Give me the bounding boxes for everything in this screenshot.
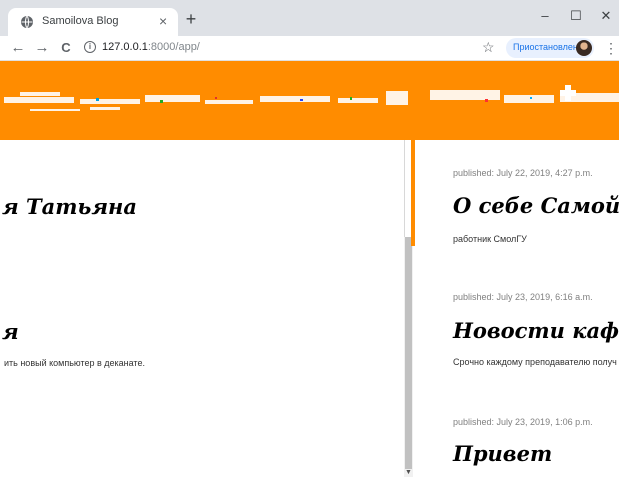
star-icon[interactable]: ☆ <box>482 39 495 56</box>
minimize-button[interactable]: – <box>530 4 560 28</box>
forward-button[interactable]: → <box>32 37 52 59</box>
left-post-title-2[interactable]: я <box>2 319 19 344</box>
url-text[interactable]: 127.0.0.1:8000/app/ <box>102 41 200 53</box>
tab-strip: Samoilova Blog × + – ☐ ✕ <box>0 0 619 36</box>
post-published-date: published: July 22, 2019, 4:27 p.m. <box>453 168 593 178</box>
post-title[interactable]: Привет <box>453 441 552 466</box>
scrollbar-thumb[interactable] <box>405 237 412 469</box>
tab-title: Samoilova Blog <box>42 15 119 27</box>
accent-strip <box>411 140 415 246</box>
profile-status-label: Приостановлена <box>513 42 583 52</box>
tab-close-button[interactable]: × <box>159 13 167 29</box>
profile-button[interactable]: Приостановлена <box>506 38 594 58</box>
post-published-date: published: July 23, 2019, 6:16 a.m. <box>453 292 593 302</box>
post-published-date: published: July 23, 2019, 1:06 p.m. <box>453 417 593 427</box>
garbled-header-graphic <box>4 85 619 111</box>
post-title[interactable]: О себе Самойлова <box>453 193 619 218</box>
scroll-down-icon[interactable]: ▼ <box>404 469 413 477</box>
post-text: Срочно каждому преподавателю получ <box>453 357 617 367</box>
page-viewport: я Татьяна я ить новый компьютер в декана… <box>0 61 619 477</box>
close-window-button[interactable]: ✕ <box>591 4 619 28</box>
globe-icon <box>21 15 33 29</box>
maximize-button[interactable]: ☐ <box>561 4 591 28</box>
scrollbar[interactable]: ▼ <box>404 237 413 477</box>
left-post-text-2: ить новый компьютер в деканате. <box>4 358 145 368</box>
tab-samoilova-blog[interactable]: Samoilova Blog × <box>8 8 178 36</box>
post-title[interactable]: Новости кафедр <box>453 318 619 343</box>
kebab-menu-icon[interactable]: ⋮ <box>604 37 618 59</box>
avatar <box>576 40 592 56</box>
left-post-title-1[interactable]: я Татьяна <box>2 194 137 219</box>
url-host: 127.0.0.1 <box>102 41 148 53</box>
post-text: работник СмолГУ <box>453 234 527 244</box>
reload-button[interactable]: C <box>56 37 76 59</box>
address-bar[interactable]: i 127.0.0.1:8000/app/ ☆ <box>80 36 498 60</box>
browser-toolbar: ← → C i 127.0.0.1:8000/app/ ☆ Приостанов… <box>0 36 619 61</box>
new-tab-button[interactable]: + <box>180 9 202 31</box>
back-button[interactable]: ← <box>8 37 28 59</box>
info-icon[interactable]: i <box>84 41 96 53</box>
url-path: :8000/app/ <box>147 41 200 53</box>
